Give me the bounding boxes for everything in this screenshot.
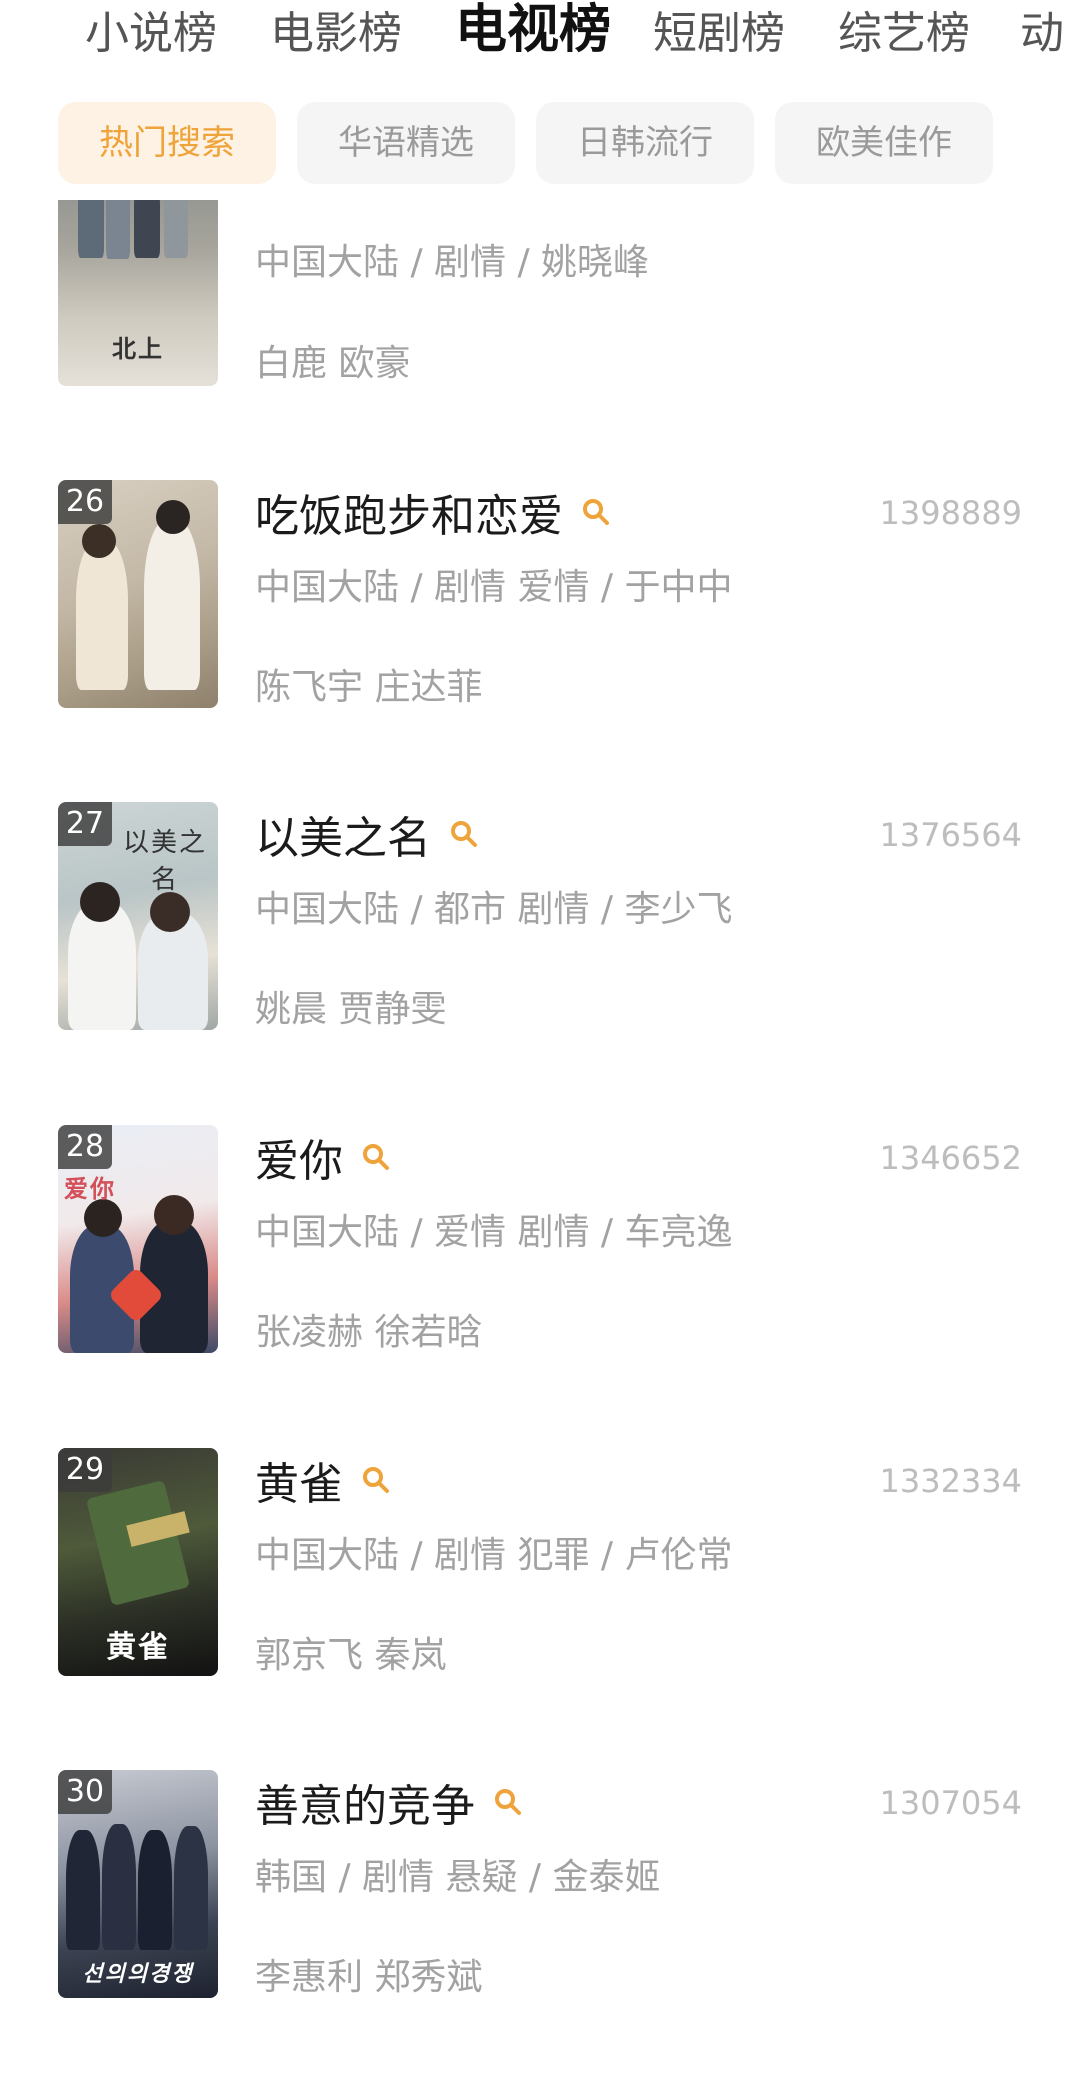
filter-japan-korea[interactable]: 日韩流行	[536, 102, 754, 184]
category-tabs: 小说榜 电影榜 电视榜 短剧榜 综艺榜 动	[0, 0, 1080, 80]
heat-score: 1376564	[879, 816, 1022, 854]
item-title[interactable]: 爱你	[255, 1125, 343, 1189]
rank-badge: 30	[58, 1770, 112, 1814]
list-item[interactable]: 29 黄雀 黄雀 1332334 中国大陆 / 剧情 犯罪 / 卢伦常 郭京飞 …	[0, 1448, 1080, 1688]
poster-image[interactable]: 28 爱你	[58, 1125, 218, 1353]
item-meta: 中国大陆 / 都市 剧情 / 李少飞	[255, 889, 733, 930]
item-cast: 姚晨 贾静雯	[255, 989, 447, 1030]
tab-tv[interactable]: 电视榜	[455, 0, 611, 60]
search-icon[interactable]	[581, 497, 611, 527]
heat-score: 1398889	[879, 494, 1022, 532]
item-cast: 白鹿 欧豪	[255, 343, 411, 384]
heat-score: 1307054	[879, 1784, 1022, 1822]
filter-chinese[interactable]: 华语精选	[297, 102, 515, 184]
tab-movie[interactable]: 电影榜	[270, 4, 402, 64]
tab-anime[interactable]: 动	[1020, 4, 1064, 64]
rank-badge: 28	[58, 1125, 112, 1169]
list-item[interactable]: 26 吃饭跑步和恋爱 1398889 中国大陆 / 剧情 爱情 / 于中中 陈飞…	[0, 480, 1080, 720]
rank-badge: 27	[58, 802, 112, 846]
item-title[interactable]: 黄雀	[255, 1448, 343, 1512]
rank-badge: 29	[58, 1448, 112, 1492]
item-title[interactable]: 以美之名	[255, 802, 431, 866]
list-item[interactable]: 30 선의의경쟁 善意的竞争 1307054 韩国 / 剧情 悬疑 / 金泰姬 …	[0, 1770, 1080, 2010]
list-item[interactable]: 27 以美之名 以美之名 1376564 中国大陆 / 都市 剧情 / 李少飞 …	[0, 802, 1080, 1042]
filter-bar: 热门搜索 华语精选 日韩流行 欧美佳作	[0, 80, 1080, 200]
filter-western[interactable]: 欧美佳作	[775, 102, 993, 184]
list-item[interactable]: 28 爱你 爱你 1346652 中国大陆 / 爱情 剧情 / 车亮逸 张凌赫 …	[0, 1125, 1080, 1365]
item-meta: 中国大陆 / 爱情 剧情 / 车亮逸	[255, 1212, 733, 1253]
heat-score: 1346652	[879, 1139, 1022, 1177]
search-icon[interactable]	[361, 1142, 391, 1172]
poster-caption: 以美之名	[122, 828, 207, 895]
search-icon[interactable]	[361, 1465, 391, 1495]
search-icon[interactable]	[449, 819, 479, 849]
poster-caption: 黄雀	[106, 1630, 170, 1665]
rank-badge: 26	[58, 480, 112, 524]
item-cast: 李惠利 郑秀斌	[255, 1957, 483, 1998]
poster-image[interactable]: 27 以美之名	[58, 802, 218, 1030]
poster-caption: 爱你	[64, 1175, 116, 1203]
search-icon[interactable]	[493, 1787, 523, 1817]
item-meta: 中国大陆 / 剧情 / 姚晓峰	[255, 242, 650, 283]
item-meta: 韩国 / 剧情 悬疑 / 金泰姬	[255, 1857, 661, 1898]
heat-score: 1332334	[879, 1462, 1022, 1500]
poster-caption: 北上	[112, 335, 164, 363]
item-title[interactable]: 善意的竞争	[255, 1770, 475, 1834]
filter-hot-search[interactable]: 热门搜索	[58, 102, 276, 184]
tab-variety[interactable]: 综艺榜	[838, 4, 970, 64]
poster-image[interactable]: 30 선의의경쟁	[58, 1770, 218, 1998]
item-cast: 郭京飞 秦岚	[255, 1635, 447, 1676]
item-meta: 中国大陆 / 剧情 爱情 / 于中中	[255, 567, 733, 608]
ranking-list: 北上 中国大陆 / 剧情 / 姚晓峰 白鹿 欧豪 26 吃饭跑步和恋爱 1398…	[0, 0, 1080, 2099]
poster-caption: 선의의경쟁	[82, 1962, 194, 1987]
tab-novel[interactable]: 小说榜	[85, 4, 217, 64]
tab-short-drama[interactable]: 短剧榜	[653, 4, 785, 64]
poster-image[interactable]: 26	[58, 480, 218, 708]
item-cast: 张凌赫 徐若晗	[255, 1312, 483, 1353]
item-title[interactable]: 吃饭跑步和恋爱	[255, 480, 563, 544]
item-meta: 中国大陆 / 剧情 犯罪 / 卢伦常	[255, 1535, 733, 1576]
poster-image[interactable]: 29 黄雀	[58, 1448, 218, 1676]
item-cast: 陈飞宇 庄达菲	[255, 667, 483, 708]
